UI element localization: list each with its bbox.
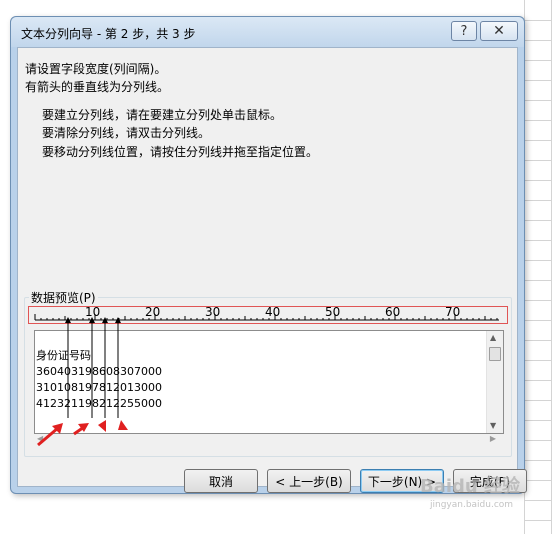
back-button[interactable]: < 上一步(B) bbox=[267, 469, 351, 493]
column-ruler[interactable]: 10 20 30 40 50 60 70 bbox=[28, 306, 508, 324]
sheet-gridline bbox=[524, 120, 552, 121]
ruler-label: 30 bbox=[205, 307, 220, 319]
sheet-gridline bbox=[524, 280, 552, 281]
sheet-gridline bbox=[524, 140, 552, 141]
sheet-gridline bbox=[524, 300, 552, 301]
watermark-url: jingyan.baidu.com bbox=[430, 500, 514, 510]
sheet-gridline bbox=[524, 320, 552, 321]
text-to-columns-dialog: 文本分列向导 - 第 2 步，共 3 步 ? ✕ 请设置字段宽度(列间隔)。 有… bbox=[10, 16, 527, 494]
sheet-gridline bbox=[524, 60, 552, 61]
sheet-gridline bbox=[524, 200, 552, 201]
instruction-text: 请设置字段宽度(列间隔)。 bbox=[25, 62, 167, 76]
help-button[interactable]: ? bbox=[451, 21, 477, 41]
preview-row: 身份证号码 bbox=[36, 349, 91, 362]
instruction-bullet: 要清除分列线，请双击分列线。 bbox=[42, 126, 211, 140]
ruler-label: 50 bbox=[325, 307, 340, 319]
close-icon: ✕ bbox=[493, 23, 505, 39]
close-button[interactable]: ✕ bbox=[480, 21, 518, 41]
sheet-gridline bbox=[524, 260, 552, 261]
ruler-label: 10 bbox=[85, 307, 100, 319]
sheet-gridline bbox=[524, 180, 552, 181]
ruler-label: 20 bbox=[145, 307, 160, 319]
sheet-gridline bbox=[524, 400, 552, 401]
dialog-body: 请设置字段宽度(列间隔)。 有箭头的垂直线为分列线。 要建立分列线，请在要建立分… bbox=[17, 47, 527, 493]
sheet-gridline bbox=[524, 20, 552, 21]
preview-horizontal-scrollbar[interactable]: ◀ ▶ bbox=[34, 434, 504, 446]
sheet-gridline bbox=[524, 40, 552, 41]
ruler-label: 60 bbox=[385, 307, 400, 319]
data-preview-pane[interactable]: 身份证号码 360403198608307000 310108197812013… bbox=[34, 330, 504, 434]
ruler-label: 70 bbox=[445, 307, 460, 319]
scroll-right-icon[interactable]: ▶ bbox=[490, 434, 496, 443]
instruction-text: 有箭头的垂直线为分列线。 bbox=[25, 80, 170, 94]
data-preview-label: 数据预览(P) bbox=[29, 290, 98, 306]
watermark-logo: Baidu 经验 bbox=[420, 476, 521, 497]
sheet-gridline bbox=[524, 240, 552, 241]
scroll-thumb[interactable] bbox=[489, 347, 501, 361]
instruction-bullet: 要移动分列线位置，请按住分列线并拖至指定位置。 bbox=[42, 145, 319, 159]
sheet-gridline bbox=[524, 220, 552, 221]
sheet-gridline bbox=[524, 440, 552, 441]
sheet-gridline bbox=[524, 160, 552, 161]
scroll-left-icon[interactable]: ◀ bbox=[37, 434, 43, 443]
preview-vertical-scrollbar[interactable]: ▲ ▼ bbox=[486, 331, 503, 433]
sheet-gridline bbox=[524, 460, 552, 461]
ruler-label: 40 bbox=[265, 307, 280, 319]
sheet-gridline bbox=[524, 380, 552, 381]
instruction-bullet: 要建立分列线，请在要建立分列处单击鼠标。 bbox=[42, 108, 283, 122]
preview-row: 310108197812013000 bbox=[36, 381, 162, 394]
sheet-gridline bbox=[524, 520, 552, 521]
sheet-gridline bbox=[524, 480, 552, 481]
sheet-gridline bbox=[524, 80, 552, 81]
sheet-gridline bbox=[524, 500, 552, 501]
preview-row: 412321198212255000 bbox=[36, 397, 162, 410]
sheet-gridline bbox=[524, 360, 552, 361]
cancel-button[interactable]: 取消 bbox=[184, 469, 258, 493]
sheet-gridline bbox=[524, 100, 552, 101]
sheet-gridline bbox=[524, 420, 552, 421]
preview-row: 360403198608307000 bbox=[36, 365, 162, 378]
dialog-title: 文本分列向导 - 第 2 步，共 3 步 bbox=[21, 27, 196, 41]
scroll-down-icon[interactable]: ▼ bbox=[490, 421, 496, 430]
ruler-scale: 10 20 30 40 50 60 70 bbox=[34, 307, 499, 321]
scroll-up-icon[interactable]: ▲ bbox=[490, 333, 496, 342]
title-bar[interactable]: 文本分列向导 - 第 2 步，共 3 步 ? ✕ bbox=[11, 17, 524, 47]
help-icon: ? bbox=[460, 23, 468, 39]
sheet-gridline bbox=[524, 340, 552, 341]
